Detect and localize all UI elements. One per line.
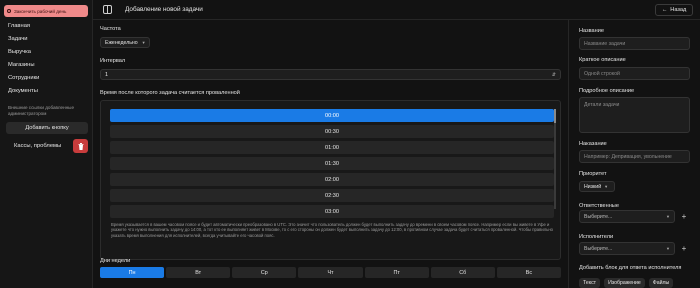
day-button[interactable]: Вс [496, 267, 561, 278]
time-option[interactable]: 01:00 [110, 141, 554, 154]
sidebar-item-tasks[interactable]: Задачи [8, 35, 39, 48]
stepper-icon[interactable]: ⇵ [552, 72, 556, 78]
add-block-label: Добавить блок для ответа исполнителя [579, 265, 682, 271]
back-label: Назад [670, 7, 687, 13]
interval-label: Интервал [100, 58, 126, 64]
add-responsible-icon[interactable]: + [678, 210, 690, 223]
time-option[interactable]: 00:30 [110, 125, 554, 138]
arrow-left-icon: ← [661, 7, 668, 13]
day-button[interactable]: Ср [232, 267, 297, 278]
scrollbar-thumb[interactable] [554, 109, 556, 123]
days-label: Дни недели [100, 258, 131, 264]
time-option[interactable]: 03:00 [110, 205, 554, 218]
executors-placeholder: Выберите... [584, 245, 613, 252]
day-button[interactable]: Пт [364, 267, 429, 278]
responsible-label: Ответственные [579, 203, 619, 209]
chevron-down-icon: ▼ [141, 40, 146, 45]
executors-label: Исполнители [579, 234, 614, 240]
back-button[interactable]: ← Назад [655, 4, 693, 16]
time-option[interactable]: 01:30 [110, 157, 554, 170]
day-button[interactable]: Вт [166, 267, 231, 278]
add-executor-icon[interactable]: + [678, 242, 690, 255]
delete-link-button[interactable] [73, 139, 88, 153]
day-button[interactable]: Пн [100, 267, 165, 278]
day-button[interactable]: Чт [298, 267, 363, 278]
detail-description-label: Подробное описание [579, 88, 635, 94]
block-buttons: Текст Изображение Файлы [579, 278, 674, 288]
punishment-label: Наказание [579, 141, 607, 147]
punishment-input[interactable]: Например: Депривация, увольнение [579, 150, 690, 163]
time-option[interactable]: 02:30 [110, 189, 554, 202]
frequency-value: Еженедельно [105, 39, 138, 46]
trash-icon [78, 142, 83, 150]
chevron-down-icon: ▼ [666, 246, 670, 251]
sidebar-toggle-icon[interactable] [103, 5, 112, 14]
chevron-down-icon: ▼ [604, 184, 609, 189]
responsible-placeholder: Выберите... [584, 213, 613, 220]
short-description-label: Краткое описание [579, 57, 626, 63]
timezone-note: Время указывается в вашем часовом поясе … [111, 222, 553, 238]
interval-value: 1 [105, 71, 108, 78]
time-picker: 00:00 00:30 01:00 01:30 02:00 02:30 03:0… [100, 100, 561, 260]
external-links-label: Внешние ссылки добавленные администратор… [8, 105, 75, 116]
add-files-block-button[interactable]: Файлы [648, 278, 674, 288]
chevron-down-icon: ▼ [666, 214, 670, 219]
priority-label: Приоритет [579, 171, 607, 177]
name-label: Название [579, 28, 604, 34]
page-title: Добавление новой задачи [125, 6, 203, 13]
scrollbar-track[interactable] [554, 109, 556, 209]
end-workday-button[interactable]: Закончить рабочий день [4, 5, 88, 17]
add-link-button[interactable]: Добавить кнопку [6, 122, 88, 134]
sidebar-item-stores[interactable]: Магазины [8, 61, 39, 74]
responsible-select[interactable]: Выберите... ▼ [579, 210, 675, 223]
main-form: Частота Еженедельно ▼ Интервал 1 ⇵ Время… [93, 20, 568, 288]
frequency-label: Частота [100, 26, 121, 32]
topbar: Добавление новой задачи ← Назад [93, 0, 700, 20]
days-selector: Пн Вт Ср Чт Пт Сб Вс [100, 267, 561, 278]
time-option[interactable]: 00:00 [110, 109, 554, 122]
sidebar-item-revenue[interactable]: Выручка [8, 48, 39, 61]
sidebar-item-documents[interactable]: Документы [8, 87, 39, 100]
task-details-panel: Название Название задачи Краткое описани… [568, 20, 700, 288]
sidebar-item-home[interactable]: Главная [8, 22, 39, 35]
sidebar-nav: Главная Задачи Выручка Магазины Сотрудни… [8, 22, 39, 100]
failed-time-label: Время после которого задача считается пр… [100, 90, 240, 96]
sidebar-item-employees[interactable]: Сотрудники [8, 74, 39, 87]
time-list: 00:00 00:30 01:00 01:30 02:00 02:30 03:0… [110, 109, 554, 221]
short-description-input[interactable]: Одной строкой [579, 67, 690, 80]
add-image-block-button[interactable]: Изображение [604, 278, 645, 288]
end-workday-label: Закончить рабочий день [14, 8, 67, 14]
frequency-select[interactable]: Еженедельно ▼ [100, 37, 150, 48]
executors-select[interactable]: Выберите... ▼ [579, 242, 675, 255]
interval-input[interactable]: 1 ⇵ [100, 69, 561, 80]
name-input[interactable]: Название задачи [579, 37, 690, 50]
add-text-block-button[interactable]: Текст [579, 278, 601, 288]
detail-description-textarea[interactable]: Детали задачи [579, 97, 690, 133]
sidebar: Закончить рабочий день Главная Задачи Вы… [0, 0, 93, 288]
day-button[interactable]: Сб [430, 267, 495, 278]
priority-value: Низкий [584, 183, 602, 190]
clock-icon [7, 9, 11, 13]
sidebar-item-kassy[interactable]: Кассы, проблемы [14, 143, 61, 149]
time-option[interactable]: 02:00 [110, 173, 554, 186]
priority-select[interactable]: Низкий ▼ [579, 181, 615, 192]
